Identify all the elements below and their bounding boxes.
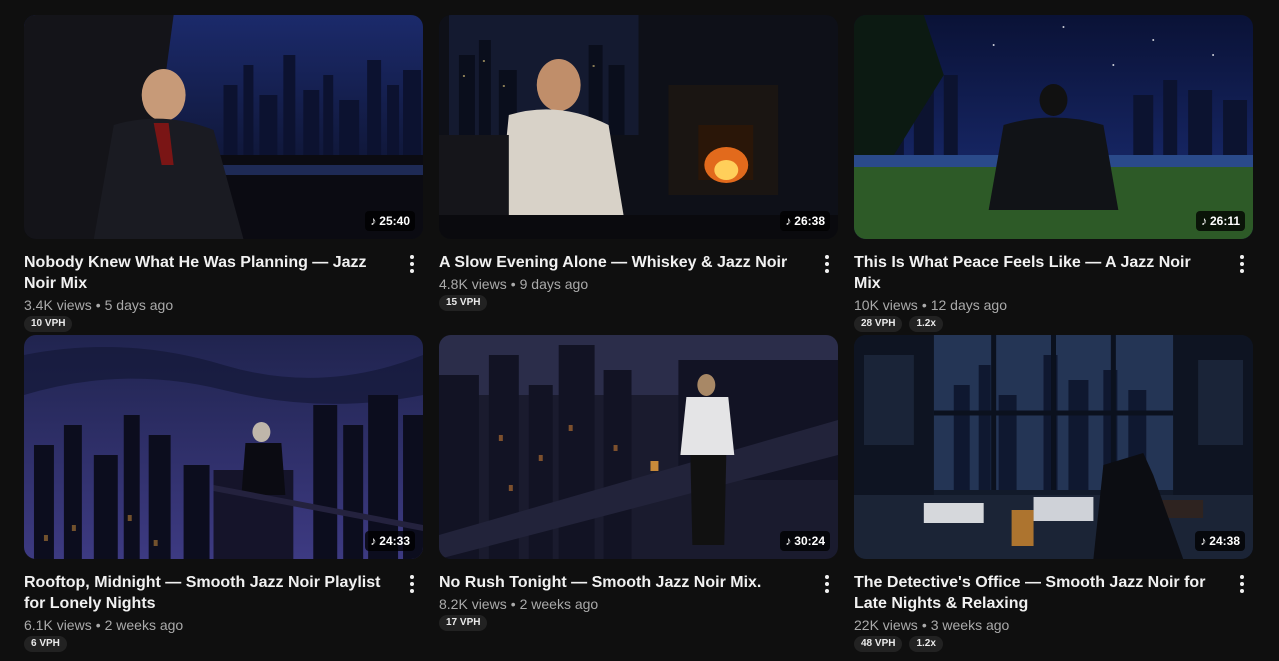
thumbnail-art (439, 15, 838, 239)
thumbnail-art (439, 335, 838, 559)
stat-badges: 17 VPH (439, 615, 805, 631)
upload-age: 9 days ago (519, 276, 589, 292)
video-info: Rooftop, Midnight — Smooth Jazz Noir Pla… (24, 559, 424, 652)
view-count: 8.2K views (439, 596, 507, 612)
view-count: 10K views (854, 297, 918, 313)
upload-age: 2 weeks ago (104, 617, 184, 633)
video-card: ♪ 30:24 No Rush Tonight — Smooth Jazz No… (439, 335, 839, 655)
music-note-icon: ♪ (1200, 534, 1207, 548)
upload-age: 5 days ago (104, 297, 174, 313)
thumbnail-art (854, 335, 1253, 559)
video-info: This Is What Peace Feels Like — A Jazz N… (854, 239, 1254, 332)
vph-badge: 6 VPH (24, 636, 67, 652)
meta-separator: • (95, 617, 101, 633)
video-meta: 4.8K views • 9 days ago (439, 275, 805, 293)
duration-badge: ♪ 26:38 (780, 211, 830, 231)
vph-badge: 28 VPH (854, 316, 903, 332)
video-thumbnail[interactable]: ♪ 25:40 (24, 15, 423, 239)
upload-age: 12 days ago (930, 297, 1008, 313)
video-meta: 6.1K views • 2 weeks ago (24, 616, 390, 634)
stat-badges: 6 VPH (24, 636, 390, 652)
more-vertical-icon[interactable] (402, 573, 422, 595)
duration-badge: ♪ 26:11 (1195, 211, 1245, 231)
video-card: ♪ 24:38 The Detective's Office — Smooth … (854, 335, 1254, 655)
duration-text: 24:33 (379, 534, 410, 548)
upload-age: 3 weeks ago (930, 617, 1010, 633)
stat-badges: 28 VPH 1.2x (854, 316, 1220, 332)
video-info: No Rush Tonight — Smooth Jazz Noir Mix. … (439, 559, 839, 631)
duration-badge: ♪ 25:40 (365, 211, 415, 231)
view-count: 22K views (854, 617, 918, 633)
vph-badge: 17 VPH (439, 615, 488, 631)
meta-separator: • (921, 617, 927, 633)
video-thumbnail[interactable]: ♪ 26:38 (439, 15, 838, 239)
view-count: 6.1K views (24, 617, 92, 633)
meta-separator: • (510, 276, 516, 292)
video-card: ♪ 25:40 Nobody Knew What He Was Planning… (24, 15, 424, 335)
video-grid: ♪ 25:40 Nobody Knew What He Was Planning… (24, 15, 1254, 655)
more-vertical-icon[interactable] (402, 253, 422, 275)
meta-separator: • (510, 596, 516, 612)
more-vertical-icon[interactable] (1232, 253, 1252, 275)
stat-badges: 10 VPH (24, 316, 390, 332)
stat-badges: 15 VPH (439, 295, 805, 311)
duration-text: 25:40 (379, 214, 410, 228)
vph-badge: 15 VPH (439, 295, 488, 311)
video-title[interactable]: Rooftop, Midnight — Smooth Jazz Noir Pla… (24, 572, 390, 614)
video-title[interactable]: A Slow Evening Alone — Whiskey & Jazz No… (439, 252, 805, 273)
meta-separator: • (921, 297, 927, 313)
music-note-icon: ♪ (785, 534, 792, 548)
video-title[interactable]: Nobody Knew What He Was Planning — Jazz … (24, 252, 390, 294)
thumbnail-art (24, 15, 423, 239)
thumbnail-art (854, 15, 1253, 239)
vph-badge: 10 VPH (24, 316, 73, 332)
video-meta: 22K views • 3 weeks ago (854, 616, 1220, 634)
duration-text: 26:11 (1209, 214, 1240, 228)
more-vertical-icon[interactable] (817, 573, 837, 595)
video-thumbnail[interactable]: ♪ 24:33 (24, 335, 423, 559)
video-title[interactable]: The Detective's Office — Smooth Jazz Noi… (854, 572, 1220, 614)
duration-badge: ♪ 24:33 (365, 531, 415, 551)
video-info: The Detective's Office — Smooth Jazz Noi… (854, 559, 1254, 652)
video-title[interactable]: No Rush Tonight — Smooth Jazz Noir Mix. (439, 572, 805, 593)
video-meta: 8.2K views • 2 weeks ago (439, 595, 805, 613)
outlier-badge: 1.2x (909, 316, 943, 332)
duration-text: 24:38 (1209, 534, 1240, 548)
video-info: A Slow Evening Alone — Whiskey & Jazz No… (439, 239, 839, 311)
duration-text: 30:24 (794, 534, 825, 548)
music-note-icon: ♪ (1200, 214, 1207, 228)
meta-separator: • (95, 297, 101, 313)
video-title[interactable]: This Is What Peace Feels Like — A Jazz N… (854, 252, 1220, 294)
duration-badge: ♪ 24:38 (1195, 531, 1245, 551)
more-vertical-icon[interactable] (817, 253, 837, 275)
video-thumbnail[interactable]: ♪ 24:38 (854, 335, 1253, 559)
video-info: Nobody Knew What He Was Planning — Jazz … (24, 239, 424, 332)
video-card: ♪ 24:33 Rooftop, Midnight — Smooth Jazz … (24, 335, 424, 655)
upload-age: 2 weeks ago (519, 596, 599, 612)
music-note-icon: ♪ (785, 214, 792, 228)
thumbnail-art (24, 335, 423, 559)
outlier-badge: 1.2x (909, 636, 943, 652)
duration-badge: ♪ 30:24 (780, 531, 830, 551)
stat-badges: 48 VPH 1.2x (854, 636, 1220, 652)
video-card: ♪ 26:38 A Slow Evening Alone — Whiskey &… (439, 15, 839, 335)
music-note-icon: ♪ (370, 534, 377, 548)
view-count: 3.4K views (24, 297, 92, 313)
video-card: ♪ 26:11 This Is What Peace Feels Like — … (854, 15, 1254, 335)
more-vertical-icon[interactable] (1232, 573, 1252, 595)
video-thumbnail[interactable]: ♪ 26:11 (854, 15, 1253, 239)
video-thumbnail[interactable]: ♪ 30:24 (439, 335, 838, 559)
view-count: 4.8K views (439, 276, 507, 292)
video-meta: 10K views • 12 days ago (854, 296, 1220, 314)
music-note-icon: ♪ (370, 214, 377, 228)
video-meta: 3.4K views • 5 days ago (24, 296, 390, 314)
vph-badge: 48 VPH (854, 636, 903, 652)
duration-text: 26:38 (794, 214, 825, 228)
